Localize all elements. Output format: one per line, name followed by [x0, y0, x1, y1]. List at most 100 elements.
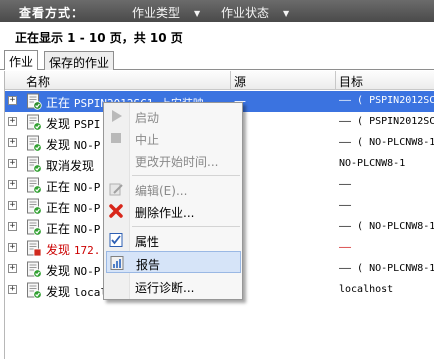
expand-row-icon[interactable]: +: [8, 243, 17, 252]
column-divider[interactable]: [230, 71, 231, 90]
tab-jobs[interactable]: 作业: [4, 50, 39, 70]
menu-item-change-start-time[interactable]: 更改开始时间...: [106, 149, 241, 171]
menu-item-label: 编辑(E)...: [135, 184, 188, 198]
job-name: 正在 NO-P: [46, 199, 100, 216]
job-name: 发现 NO-P: [46, 136, 100, 153]
job-subject: local: [73, 286, 107, 299]
job-action: 发现: [46, 138, 71, 152]
column-header-target[interactable]: 目标: [339, 73, 363, 90]
column-header-source[interactable]: 源: [234, 73, 246, 90]
job-action: 取消发现: [46, 159, 95, 173]
job-success-icon: [27, 177, 42, 194]
expand-row-icon[interactable]: +: [8, 138, 17, 147]
report-icon: [110, 256, 124, 270]
tab-bar: 作业 保存的作业: [0, 50, 434, 70]
job-target: ——: [339, 200, 352, 211]
edit-icon: [109, 183, 123, 196]
job-type-dropdown[interactable]: 作业类型 ▼: [132, 4, 200, 21]
context-menu: 启动 中止 更改开始时间... 编辑(E)... 删除作业... 属性 报告 运…: [103, 102, 243, 300]
job-target: localhost: [339, 284, 394, 295]
menu-item-start[interactable]: 启动: [106, 105, 241, 127]
menu-item-label: 属性: [135, 235, 160, 249]
job-target: —— ( NO-PLCNW8-1: [339, 263, 434, 274]
job-target: —— ( NO-PLCNW8-1: [339, 221, 434, 232]
menu-item-label: 报告: [136, 258, 161, 272]
expand-row-icon[interactable]: +: [8, 285, 17, 294]
job-action: 发现: [46, 243, 71, 257]
job-action: 发现: [46, 264, 71, 278]
menu-item-label: 运行诊断...: [135, 281, 195, 295]
job-subject: 172.: [73, 244, 101, 257]
expand-row-icon[interactable]: +: [8, 264, 17, 273]
job-success-icon: [27, 261, 42, 278]
job-target: ——: [339, 242, 352, 253]
job-name: 正在 NO-P: [46, 220, 100, 237]
job-type-label: 作业类型: [132, 6, 181, 20]
paging-status: 正在显示 1 - 10 页，共 10 页: [15, 31, 183, 45]
menu-separator: [132, 175, 240, 176]
delete-icon: [109, 204, 123, 218]
job-name: 正在 NO-P: [46, 178, 100, 195]
job-success-icon: [27, 219, 42, 236]
job-subject: NO-P: [73, 181, 101, 194]
job-success-icon: [27, 135, 42, 152]
menu-item-run-diagnostics[interactable]: 运行诊断...: [106, 275, 241, 297]
job-target: ——: [339, 179, 352, 190]
job-subject: NO-P: [73, 223, 101, 236]
job-name: 发现 172.: [46, 241, 100, 258]
properties-icon: [109, 233, 123, 247]
chevron-down-icon: ▼: [194, 9, 201, 18]
menu-item-properties[interactable]: 属性: [106, 229, 241, 251]
menu-separator: [132, 226, 240, 227]
job-success-icon: [27, 156, 42, 173]
job-name: 取消发现: [46, 157, 94, 174]
job-action: 发现: [46, 117, 71, 131]
chevron-down-icon: ▼: [283, 9, 290, 18]
job-action: 发现: [46, 285, 71, 299]
play-icon: [112, 110, 122, 122]
view-toolbar: 查看方式： 作业类型 ▼ 作业状态 ▼: [0, 0, 434, 22]
job-name: 发现 local: [46, 283, 107, 300]
job-action: 正在: [46, 222, 71, 236]
view-by-label: 查看方式：: [19, 6, 85, 20]
job-status-dropdown[interactable]: 作业状态 ▼: [221, 4, 289, 21]
expand-row-icon[interactable]: +: [8, 96, 17, 105]
expand-row-icon[interactable]: +: [8, 222, 17, 231]
job-target: —— ( PSPIN2012SC: [339, 95, 434, 106]
menu-item-stop[interactable]: 中止: [106, 127, 241, 149]
menu-item-label: 启动: [135, 111, 160, 125]
menu-item-delete-job[interactable]: 删除作业...: [106, 200, 241, 222]
grid-header: 名称 源 目标: [5, 71, 434, 90]
job-error-icon: [27, 240, 42, 257]
job-target: —— ( PSPIN2012SC: [339, 116, 434, 127]
job-name: 发现 NO-P: [46, 262, 100, 279]
menu-item-edit[interactable]: 编辑(E)...: [106, 178, 241, 200]
job-subject: PSPI: [73, 118, 101, 131]
job-subject: NO-P: [73, 139, 101, 152]
job-running-icon: [27, 93, 42, 110]
menu-item-label: 中止: [135, 133, 160, 147]
expand-row-icon[interactable]: +: [8, 117, 17, 126]
job-name: 发现 PSPI: [46, 115, 100, 132]
job-success-icon: [27, 198, 42, 215]
menu-item-label: 更改开始时间...: [135, 155, 219, 169]
job-target: —— ( NO-PLCNW8-1: [339, 137, 434, 148]
job-subject: NO-P: [73, 202, 101, 215]
job-status-label: 作业状态: [221, 6, 270, 20]
job-action: 正在: [46, 180, 71, 194]
job-success-icon: [27, 282, 42, 299]
expand-row-icon[interactable]: +: [8, 159, 17, 168]
job-action: 正在: [46, 201, 71, 215]
column-divider[interactable]: [335, 71, 336, 90]
job-subject: NO-P: [73, 265, 101, 278]
menu-item-report[interactable]: 报告: [106, 251, 241, 273]
expand-row-icon[interactable]: +: [8, 180, 17, 189]
tab-saved-jobs[interactable]: 保存的作业: [44, 51, 115, 70]
job-target: NO-PLCNW8-1: [339, 158, 406, 169]
menu-item-label: 删除作业...: [135, 206, 195, 220]
job-action: 正在: [46, 96, 71, 110]
stop-icon: [111, 133, 121, 143]
job-success-icon: [27, 114, 42, 131]
column-header-name[interactable]: 名称: [26, 73, 50, 90]
expand-row-icon[interactable]: +: [8, 201, 17, 210]
